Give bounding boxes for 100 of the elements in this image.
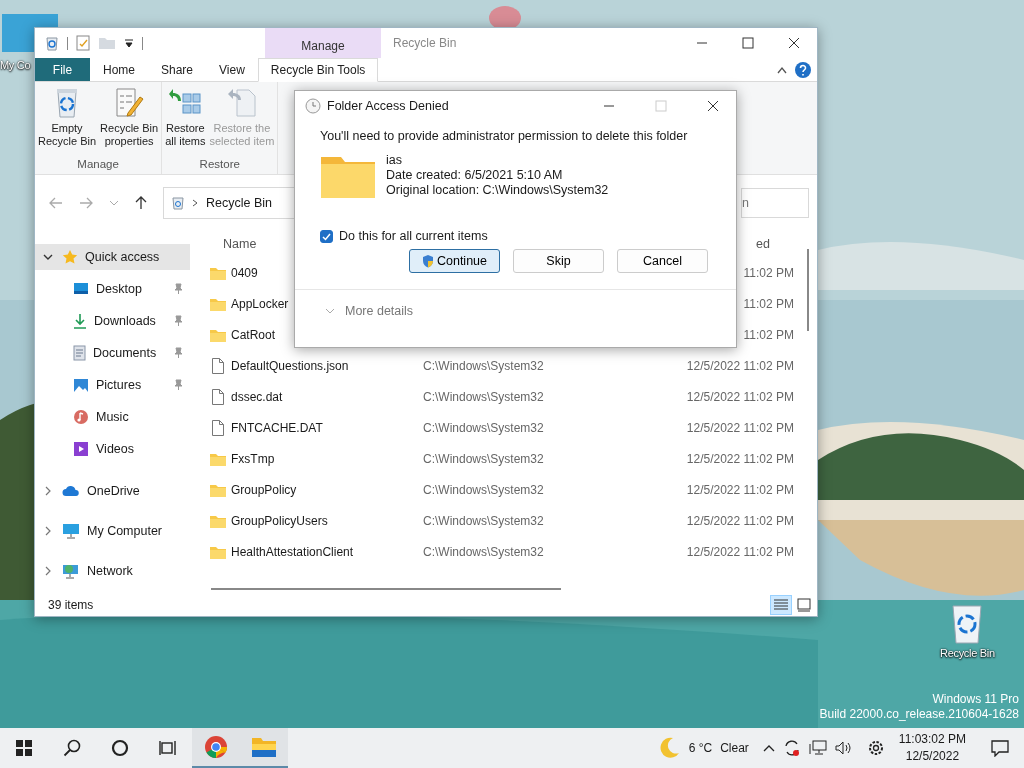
scrollbar-thumb[interactable] (807, 249, 809, 331)
chrome-icon[interactable] (204, 735, 228, 759)
volume-icon[interactable] (834, 740, 853, 756)
file-name[interactable]: CatRoot (231, 327, 276, 342)
task-view-icon (159, 739, 177, 757)
properties-icon[interactable] (76, 35, 90, 51)
ribbon-button[interactable]: Empty Recycle Bin (36, 84, 99, 150)
dialog-button[interactable]: Cancel (617, 249, 708, 273)
ribbon-tab[interactable]: View (206, 58, 258, 81)
file-name[interactable]: AppLocker (231, 296, 289, 311)
sidebar-item[interactable]: Network (35, 558, 190, 584)
shield-icon (421, 254, 434, 268)
more-details-button[interactable]: More details (345, 304, 414, 318)
dialog-button[interactable]: Skip (513, 249, 604, 273)
ribbon-button[interactable]: Restore all items (163, 84, 208, 150)
folder-detail: Date created: 6/5/2021 5:10 AM (386, 168, 564, 183)
file-name[interactable]: HealthAttestationClient (231, 544, 354, 559)
pictures-icon (73, 377, 89, 393)
pin-icon (172, 315, 184, 327)
cloud-icon (62, 485, 80, 497)
date-cell: 12/5/2022 11:02 PM (686, 482, 794, 497)
sidebar-item[interactable]: Downloads (35, 308, 190, 334)
network-icon (62, 563, 80, 579)
ribbon-tab[interactable]: Recycle Bin Tools (257, 58, 379, 82)
settings-icon[interactable] (866, 739, 885, 757)
properties-icon[interactable] (114, 86, 145, 118)
windows-logo-icon (15, 739, 33, 757)
sidebar-item[interactable]: Pictures (35, 372, 190, 398)
location-cell: C:\Windows\System32 (423, 544, 544, 559)
weather-condition[interactable]: Clear (716, 741, 753, 755)
file-name[interactable]: FNTCACHE.DAT (231, 420, 323, 435)
collapse-ribbon-icon[interactable] (777, 65, 787, 74)
pin-icon (172, 347, 184, 359)
recycle-bin-icon[interactable] (45, 35, 59, 51)
help-icon[interactable] (795, 61, 811, 78)
location-cell: C:\Windows\System32 (423, 482, 544, 497)
group-label: Restore (198, 158, 241, 172)
sidebar-item[interactable]: Quick access (35, 244, 190, 270)
search-field[interactable]: n (741, 188, 809, 218)
chevron-up-icon[interactable] (762, 744, 775, 752)
date-cell: 12/5/2022 11:02 PM (686, 544, 794, 559)
group-label: Manage (76, 158, 120, 172)
context-tab-label: Manage (265, 28, 381, 58)
chevron-right-icon[interactable] (43, 486, 53, 496)
sidebar-item[interactable]: Desktop (35, 276, 190, 302)
sidebar-item[interactable]: OneDrive (35, 478, 190, 504)
sync-icon[interactable] (782, 739, 801, 757)
dialog-message: You'll need to provide administrator permission to delete this folder (320, 129, 689, 143)
folder-name: ias (386, 153, 403, 168)
pin-icon (172, 283, 184, 295)
back-icon (49, 197, 63, 209)
details-view-button[interactable] (771, 596, 791, 614)
network-icon[interactable] (808, 740, 827, 756)
up-icon (135, 196, 147, 210)
date-cell: 12/5/2022 11:02 PM (686, 358, 794, 373)
star-icon (62, 249, 78, 265)
checkbox-label[interactable]: Do this for all current items (339, 229, 488, 243)
ribbon-tab[interactable]: Home (90, 58, 148, 81)
chevron-down-icon[interactable] (43, 252, 53, 262)
sidebar-item[interactable]: Videos (35, 436, 190, 462)
watermark-text: Build 22000.co_release.210604-1628 (819, 707, 1019, 722)
file-name[interactable]: DefaultQuestions.json (231, 358, 349, 373)
close-icon (788, 37, 800, 49)
thumbnail-view-button[interactable] (795, 596, 813, 614)
maximize-icon (742, 37, 754, 49)
ribbon-tab[interactable]: File (35, 58, 90, 81)
folder-app-icon[interactable] (251, 736, 277, 758)
chevron-right-icon[interactable] (43, 526, 53, 536)
checkbox[interactable] (320, 229, 333, 243)
location-cell: C:\Windows\System32 (423, 389, 544, 404)
location-cell: C:\Windows\System32 (423, 451, 544, 466)
file-icon (209, 387, 227, 406)
date-cell: 11:02 PM (743, 296, 794, 311)
clock[interactable]: 11:03:02 PM 12/5/2022 (888, 731, 976, 765)
sidebar-item[interactable]: Documents (35, 340, 190, 366)
thumbnail-view-icon (797, 598, 811, 612)
ribbon-button[interactable]: Recycle Bin properties (98, 84, 161, 150)
sidebar-item[interactable]: Music (35, 404, 190, 430)
watermark-text: Windows 11 Pro (932, 692, 1019, 707)
ribbon-tab[interactable]: Share (148, 58, 207, 81)
date-cell: 12/5/2022 11:02 PM (686, 451, 794, 466)
location-cell: C:\Windows\System32 (423, 513, 544, 528)
dropdown-icon[interactable] (124, 38, 134, 48)
date-cell: 12/5/2022 11:02 PM (686, 513, 794, 528)
taskbar-app[interactable] (192, 728, 240, 768)
file-name[interactable]: GroupPolicyUsers (231, 513, 328, 528)
file-name[interactable]: dssec.dat (231, 389, 283, 404)
dialog-button[interactable]: Continue (409, 249, 500, 273)
file-name[interactable]: 0409 (231, 265, 258, 280)
taskbar-app[interactable] (240, 728, 288, 768)
file-name[interactable]: GroupPolicy (231, 482, 297, 497)
weather-temperature[interactable]: 6 °C (684, 741, 717, 755)
desktop-icon (73, 282, 89, 296)
maximize-icon (655, 100, 667, 112)
forward-icon (79, 197, 93, 209)
scrollbar-thumb[interactable] (211, 588, 561, 590)
sidebar-item[interactable]: My Computer (35, 518, 190, 544)
window-title: Recycle Bin (392, 36, 458, 50)
chevron-right-icon[interactable] (43, 566, 53, 576)
file-name[interactable]: FxsTmp (231, 451, 275, 466)
